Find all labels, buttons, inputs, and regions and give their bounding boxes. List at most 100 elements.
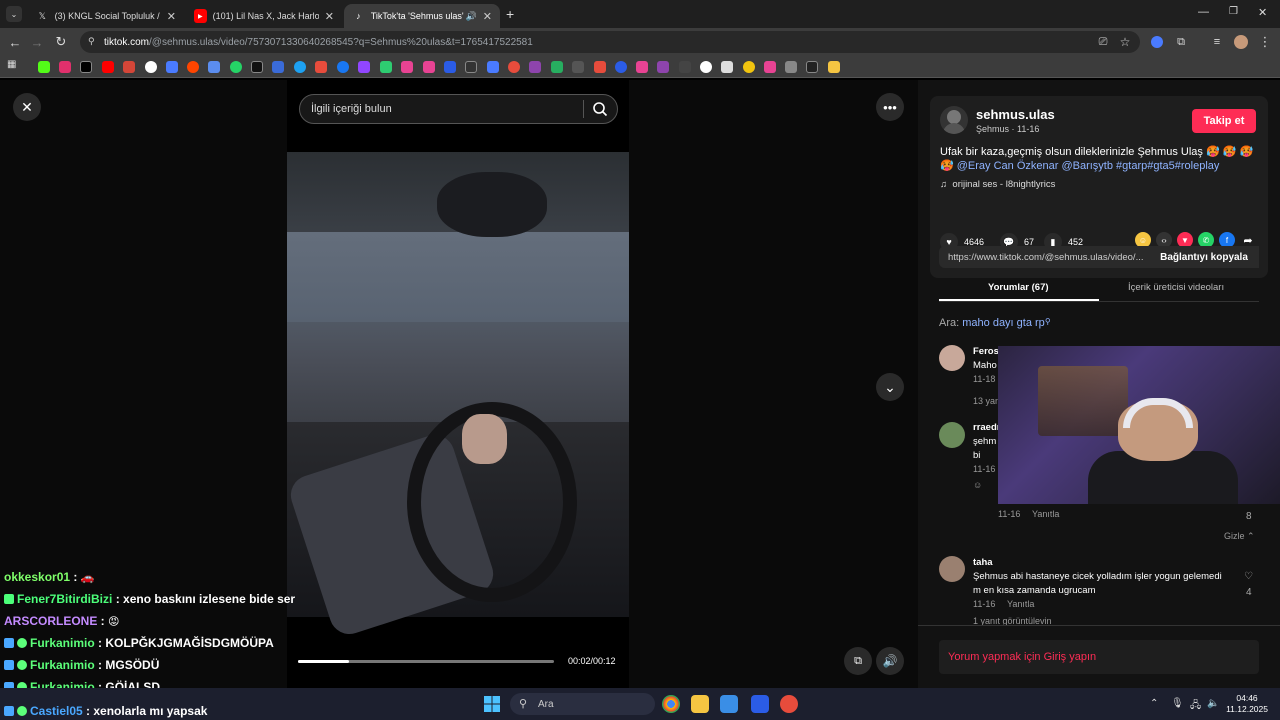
copy-link-button[interactable]: Bağlantıyı kopyala [1149,246,1259,268]
video-link-field[interactable]: https://www.tiktok.com/@sehmus.ulas/vide… [939,246,1259,268]
next-video-button[interactable]: ⌄ [876,373,904,401]
creator-avatar[interactable] [940,106,968,134]
back-button[interactable]: ← [6,33,24,51]
extension-icon[interactable] [1148,33,1166,51]
minimize-button[interactable]: — [1198,6,1209,18]
creator-username[interactable]: sehmus.ulas [976,107,1055,122]
hide-replies-button[interactable]: Gizle ⌃ [1224,531,1255,542]
comment-username[interactable]: taha [973,557,993,568]
speaker-icon[interactable]: 🔈 [1207,698,1219,709]
comment-username[interactable]: Feros [973,346,999,357]
bookmark-icon[interactable] [380,61,392,73]
music-info[interactable]: ♫ orijinal ses - l8nightlyrics [940,179,1055,190]
bookmark-kick-icon[interactable] [38,61,50,73]
bookmark-star-icon[interactable]: ☆ [1116,33,1134,51]
chrome-icon[interactable] [662,695,680,713]
bookmark-icon[interactable] [721,61,733,73]
bookmark-icon[interactable] [444,61,456,73]
new-tab-button[interactable]: + [506,6,514,22]
bookmark-icon[interactable] [401,61,413,73]
microphone-icon[interactable]: 🎙 [1171,698,1184,709]
apps-grid-icon[interactable]: ▦ [7,59,19,71]
floating-player-button[interactable]: ⧉ [844,647,872,675]
folder-icon[interactable] [828,61,840,73]
bookmark-icon[interactable] [806,61,818,73]
bookmark-icon[interactable] [615,61,627,73]
speaker-icon[interactable]: 🔊 [466,11,477,22]
follow-button[interactable]: Takip et [1192,109,1256,133]
file-explorer-icon[interactable] [691,695,709,713]
bookmark-icon[interactable] [657,61,669,73]
profile-avatar[interactable] [1232,33,1250,51]
reply-button[interactable]: Yanıtla [1007,599,1034,609]
close-icon[interactable]: ✕ [167,10,176,23]
photos-icon[interactable] [720,695,738,713]
tab-creator-videos[interactable]: İçerik üreticisi videoları [1128,282,1224,293]
network-icon[interactable]: 🖧 [1190,698,1201,715]
tab-youtube[interactable]: ▶ (101) Lil Nas X, Jack Harlow - IN ✕ [186,4,342,28]
bookmark-facebook-icon[interactable] [337,61,349,73]
bookmark-youtube-icon[interactable] [102,61,114,73]
bookmark-gmail-icon[interactable] [123,61,135,73]
tab-tiktok[interactable]: ♪ TikTok'ta 'Sehmus ulas' bul 🔊 ✕ [344,4,500,28]
bookmark-google-icon[interactable] [145,61,157,73]
close-icon[interactable]: ✕ [483,10,492,23]
bookmark-icon[interactable] [251,61,263,73]
related-search-input[interactable]: İlgili içeriği bulun [299,94,618,124]
bookmark-icon[interactable] [272,61,284,73]
bookmark-instagram-icon[interactable] [59,61,71,73]
tab-x[interactable]: 𝕏 (3) KNGL Social Topluluk / X ✕ [28,4,184,28]
bookmark-icon[interactable] [551,61,563,73]
app-icon[interactable] [780,695,798,713]
close-icon[interactable]: ✕ [325,10,334,23]
tab-comments[interactable]: Yorumlar (67) [988,282,1049,293]
bookmark-icon[interactable] [636,61,648,73]
bookmark-icon[interactable] [700,61,712,73]
bookmark-icon[interactable] [743,61,755,73]
bookmark-x-icon[interactable] [80,61,92,73]
extensions-puzzle-icon[interactable]: ⧉ [1172,33,1190,51]
bookmark-icon[interactable] [508,61,520,73]
forward-button[interactable]: → [28,33,46,51]
tab-list-dropdown[interactable]: ⌄ [6,6,22,22]
window-close-button[interactable]: ✕ [1258,6,1267,19]
heart-icon[interactable]: ♡ [1244,571,1253,582]
media-icon[interactable]: ≡ [1208,33,1226,51]
comment-avatar[interactable] [939,345,965,371]
more-options-button[interactable]: ••• [876,93,904,121]
bookmark-icon[interactable] [423,61,435,73]
close-video-button[interactable]: ✕ [13,93,41,121]
comment-avatar[interactable] [939,556,965,582]
progress-bar[interactable] [298,660,554,663]
description-tags[interactable]: @Eray Can Özkenar @Barışytb #gtarp#gta5#… [957,160,1220,172]
bookmark-icon[interactable] [294,61,306,73]
menu-kebab-icon[interactable]: ⋮ [1256,33,1274,51]
reload-button[interactable]: ↻ [52,33,70,51]
bookmark-icon[interactable] [487,61,499,73]
bookmark-icon[interactable] [679,61,691,73]
bookmark-icon[interactable] [764,61,776,73]
bookmark-whatsapp-icon[interactable] [230,61,242,73]
bookmark-reddit-icon[interactable] [187,61,199,73]
windows-start-icon[interactable] [484,696,500,712]
tray-chevron-icon[interactable]: ⌃ [1150,698,1158,709]
comment-username[interactable]: rraedı [973,422,999,433]
taskbar-search[interactable]: ⚲ Ara [510,693,655,715]
bookmark-icon[interactable] [529,61,541,73]
video-player[interactable] [287,80,629,688]
bookmark-twitch-icon[interactable] [358,61,370,73]
bookmark-icon[interactable] [594,61,606,73]
bookmark-icon[interactable] [785,61,797,73]
bookmark-icon[interactable] [166,61,178,73]
reply-button[interactable]: Yanıtla [1032,509,1059,519]
url-input[interactable]: ⚲ tiktok.com/@sehmus.ulas/video/75730713… [80,31,1140,53]
bookmark-icon[interactable] [208,61,220,73]
maximize-button[interactable]: ❐ [1229,6,1238,17]
comment-avatar[interactable] [939,422,965,448]
search-suggestion[interactable]: Ara: maho dayı gta rp⚲ [939,317,1051,329]
bookmark-icon[interactable] [465,61,477,73]
app-icon[interactable] [751,695,769,713]
view-replies-link[interactable]: 13 yan [973,396,1000,406]
search-icon[interactable] [592,101,608,117]
site-info-icon[interactable]: ⚲ [88,36,95,47]
